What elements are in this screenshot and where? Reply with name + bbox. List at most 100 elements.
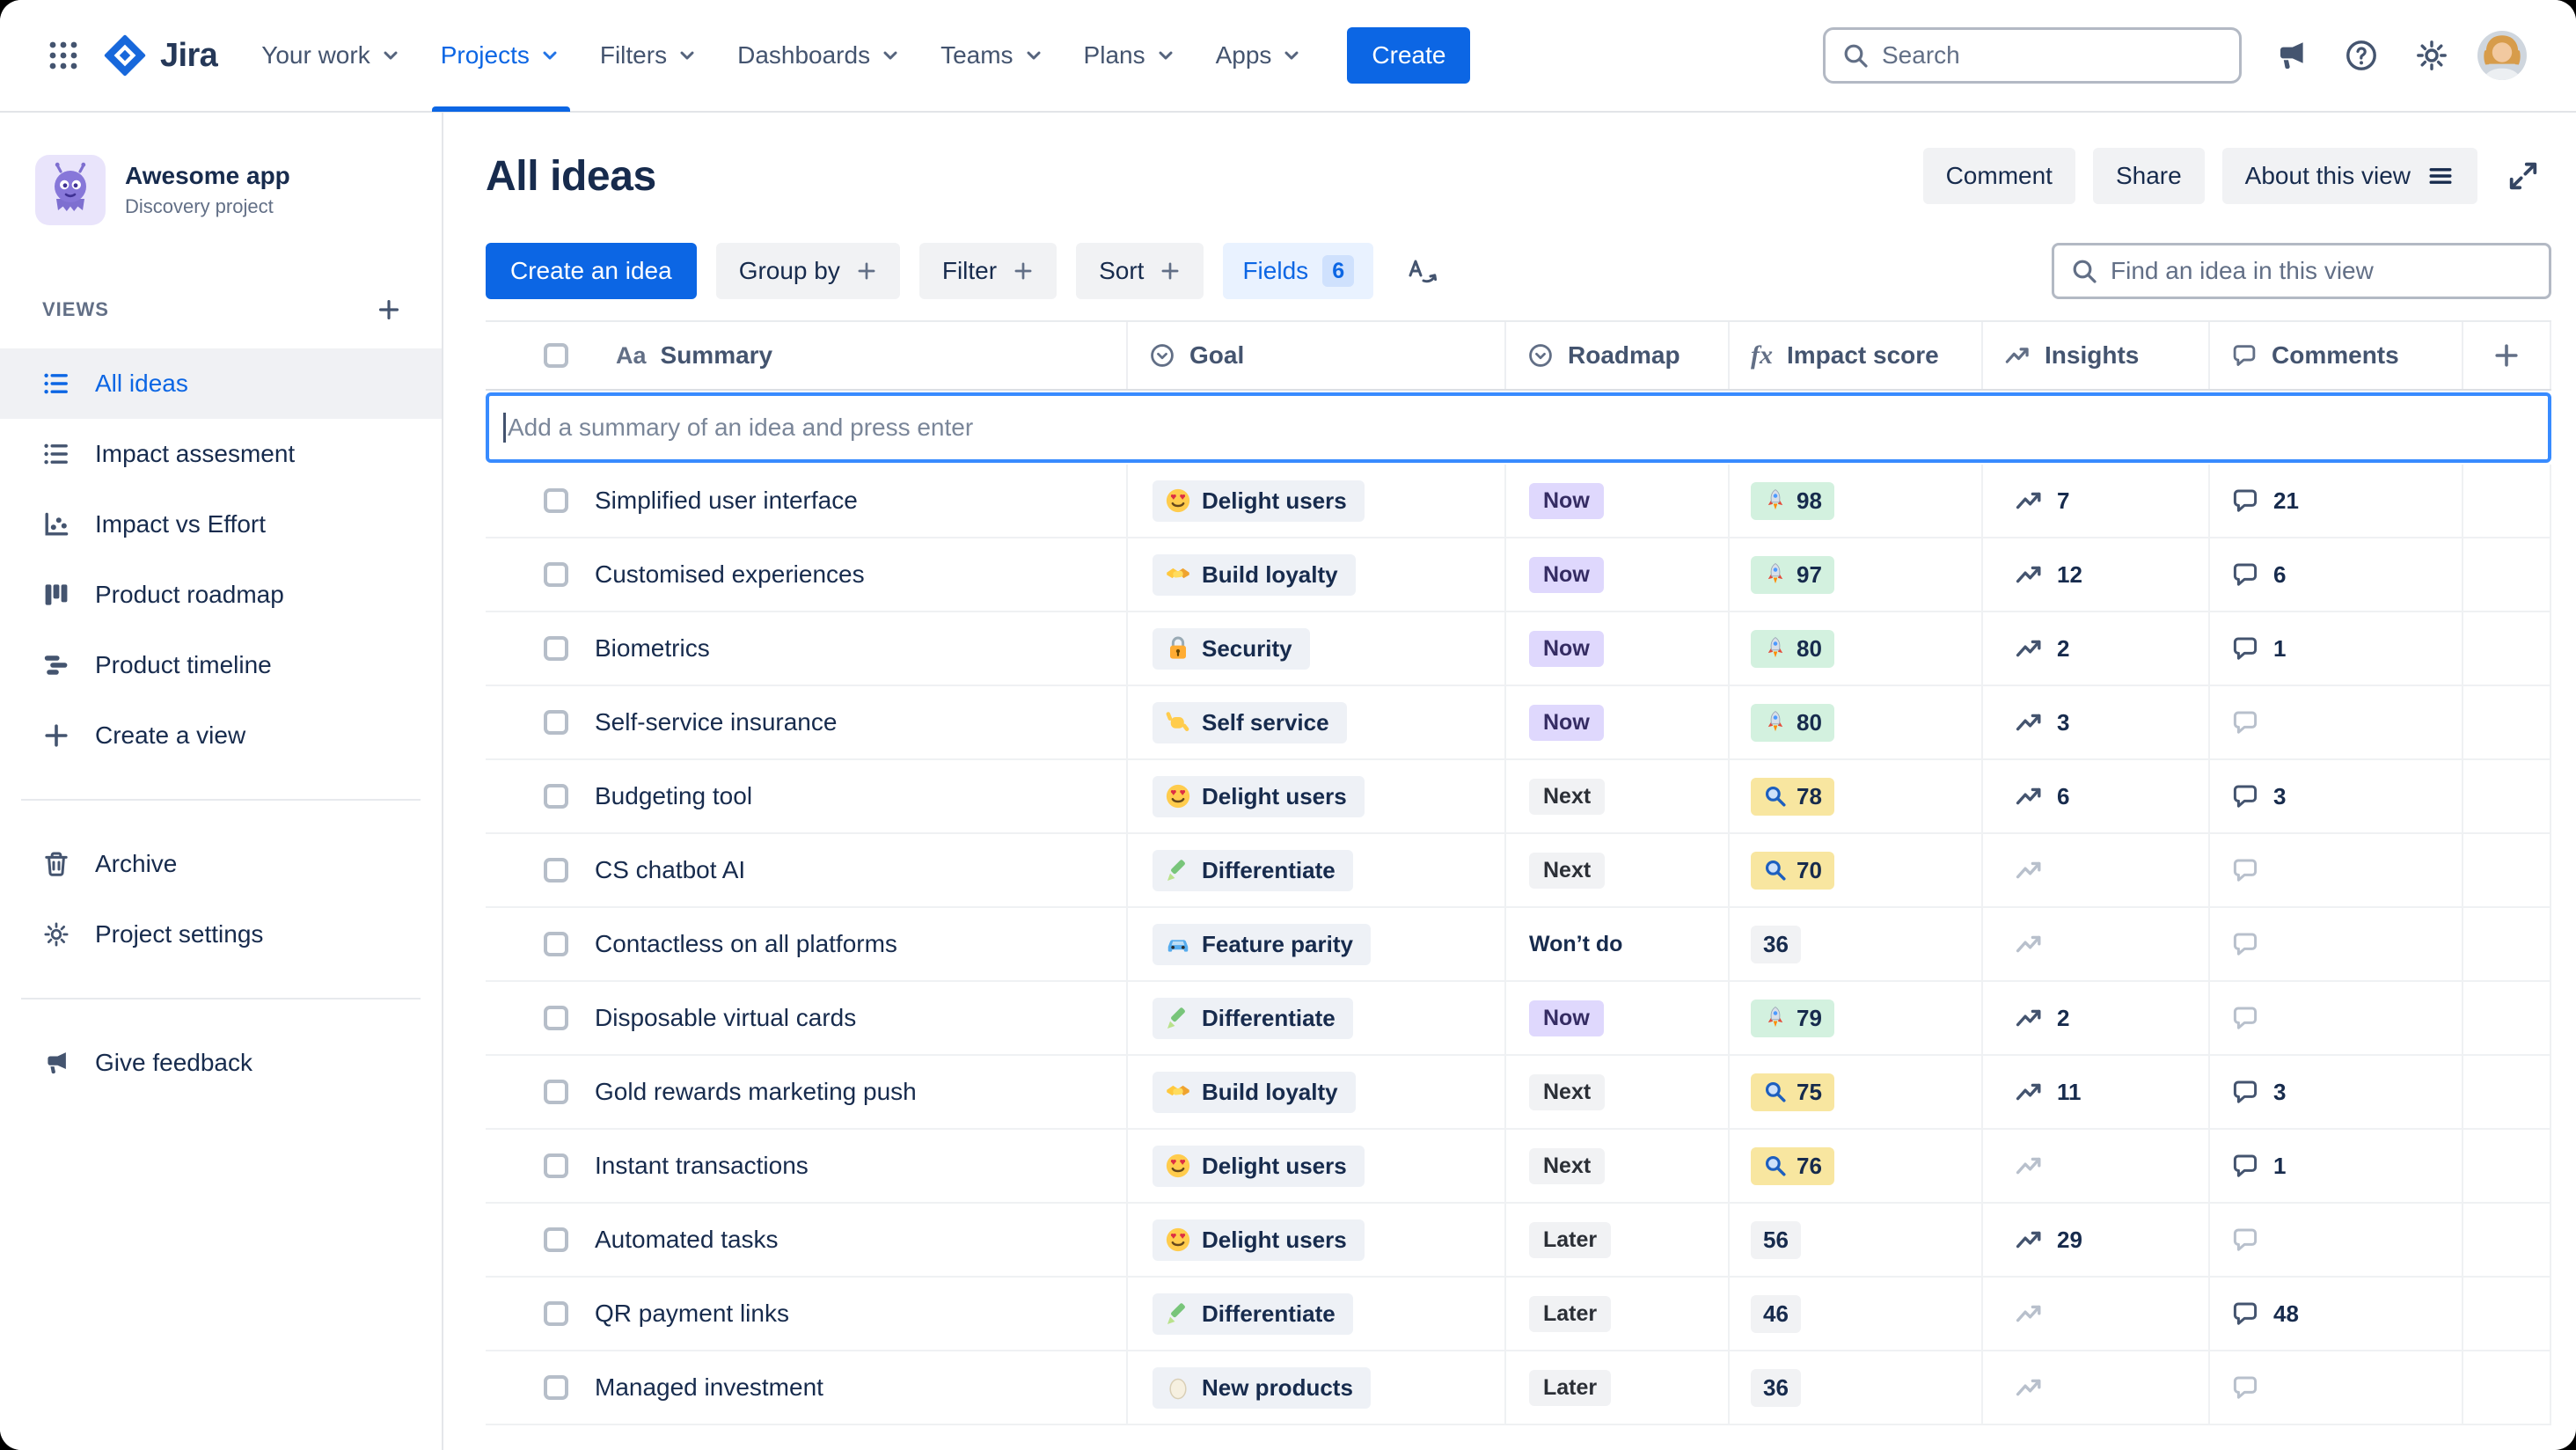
insights-cell[interactable]: 3 — [1983, 686, 2210, 758]
insights-cell[interactable]: 7 — [1983, 465, 2210, 537]
goal-chip[interactable]: Delight users — [1153, 775, 1365, 817]
nav-item-projects[interactable]: Projects — [421, 0, 581, 112]
roadmap-badge[interactable]: Later — [1529, 1221, 1612, 1258]
comments-cell[interactable] — [2210, 908, 2463, 980]
idea-summary[interactable]: Budgeting tool — [595, 760, 1128, 832]
roadmap-badge[interactable]: Now — [1529, 482, 1604, 519]
comments-cell[interactable]: 21 — [2210, 465, 2463, 537]
idea-summary[interactable]: Contactless on all platforms — [595, 908, 1128, 980]
column-header-roadmap[interactable]: Roadmap — [1506, 322, 1730, 389]
row-checkbox[interactable] — [544, 1006, 568, 1030]
roadmap-badge[interactable]: Next — [1529, 852, 1606, 889]
app-switcher-button[interactable] — [35, 27, 91, 84]
filter-button[interactable]: Filter — [918, 243, 1057, 299]
add-field-button[interactable] — [2463, 322, 2551, 389]
roadmap-badge[interactable]: Next — [1529, 778, 1606, 815]
goal-chip[interactable]: Differentiate — [1153, 849, 1353, 891]
idea-summary[interactable]: Biometrics — [595, 612, 1128, 685]
insights-cell[interactable]: 11 — [1983, 1056, 2210, 1128]
goal-chip[interactable]: Differentiate — [1153, 997, 1353, 1039]
table-row[interactable]: Contactless on all platforms Feature pari… — [486, 908, 2551, 982]
global-search-input[interactable] — [1882, 41, 2223, 70]
comments-cell[interactable]: 48 — [2210, 1278, 2463, 1350]
comments-cell[interactable] — [2210, 834, 2463, 906]
table-row[interactable]: Gold rewards marketing push Build loyalty… — [486, 1056, 2551, 1130]
row-checkbox[interactable] — [544, 1227, 568, 1252]
table-row[interactable]: CS chatbot AI Differentiate Next 70 — [486, 834, 2551, 908]
row-checkbox[interactable] — [544, 858, 568, 882]
nav-item-plans[interactable]: Plans — [1065, 0, 1197, 112]
nav-item-your-work[interactable]: Your work — [242, 0, 421, 112]
project-card[interactable]: Awesome app Discovery project — [0, 155, 442, 225]
sidebar-view-impact-assesment[interactable]: Impact assesment — [0, 419, 442, 489]
roadmap-badge[interactable]: Now — [1529, 556, 1604, 593]
idea-summary[interactable]: Gold rewards marketing push — [595, 1056, 1128, 1128]
column-header-summary[interactable]: Aa Summary — [595, 322, 1128, 389]
sort-button[interactable]: Sort — [1076, 243, 1204, 299]
goal-chip[interactable]: Delight users — [1153, 1145, 1365, 1187]
goal-chip[interactable]: New products — [1153, 1366, 1371, 1409]
auto-rank-button[interactable] — [1393, 243, 1449, 299]
table-row[interactable]: Customised experiences Build loyalty Now 97… — [486, 538, 2551, 612]
roadmap-badge[interactable]: Now — [1529, 630, 1604, 667]
table-row[interactable]: Simplified user interface Delight users No… — [486, 465, 2551, 538]
share-button[interactable]: Share — [2092, 148, 2205, 204]
idea-summary[interactable]: Managed investment — [595, 1351, 1128, 1424]
row-checkbox[interactable] — [544, 1153, 568, 1178]
create-button[interactable]: Create — [1347, 27, 1471, 84]
sidebar-view-product-roadmap[interactable]: Product roadmap — [0, 560, 442, 630]
insights-cell[interactable] — [1983, 1351, 2210, 1424]
comments-cell[interactable]: 1 — [2210, 1130, 2463, 1202]
goal-chip[interactable]: Delight users — [1153, 1219, 1365, 1261]
create-idea-button[interactable]: Create an idea — [486, 243, 697, 299]
table-row[interactable]: Instant transactions Delight users Next 76 1 — [486, 1130, 2551, 1204]
add-idea-row[interactable] — [486, 392, 2551, 463]
table-row[interactable]: Self-service insurance Self service Now 80 3 — [486, 686, 2551, 760]
idea-summary[interactable]: Simplified user interface — [595, 465, 1128, 537]
goal-chip[interactable]: Feature parity — [1153, 923, 1371, 965]
roadmap-badge[interactable]: Won’t do — [1529, 926, 1622, 963]
comments-cell[interactable]: 3 — [2210, 1056, 2463, 1128]
sidebar-view-impact-vs-effort[interactable]: Impact vs Effort — [0, 489, 442, 560]
fields-button[interactable]: Fields 6 — [1223, 243, 1374, 299]
goal-chip[interactable]: Build loyalty — [1153, 553, 1356, 596]
table-row[interactable]: Managed investment New products Later 36 — [486, 1351, 2551, 1425]
sidebar-view-all-ideas[interactable]: All ideas — [0, 348, 442, 419]
column-header-goal[interactable]: Goal — [1128, 322, 1506, 389]
row-checkbox[interactable] — [544, 1375, 568, 1400]
global-search[interactable] — [1823, 27, 2242, 84]
goal-chip[interactable]: Differentiate — [1153, 1293, 1353, 1335]
row-checkbox[interactable] — [544, 1301, 568, 1326]
group-by-button[interactable]: Group by — [715, 243, 900, 299]
nav-item-apps[interactable]: Apps — [1197, 0, 1323, 112]
insights-cell[interactable]: 2 — [1983, 982, 2210, 1054]
comments-cell[interactable] — [2210, 982, 2463, 1054]
comments-cell[interactable]: 1 — [2210, 612, 2463, 685]
nav-item-dashboards[interactable]: Dashboards — [718, 0, 921, 112]
idea-summary[interactable]: CS chatbot AI — [595, 834, 1128, 906]
create-view-button[interactable]: Create a view — [0, 700, 442, 771]
row-checkbox[interactable] — [544, 1080, 568, 1104]
comments-cell[interactable]: 6 — [2210, 538, 2463, 611]
jira-logo[interactable]: Jira — [102, 33, 218, 78]
row-checkbox[interactable] — [544, 562, 568, 587]
insights-cell[interactable] — [1983, 834, 2210, 906]
settings-button[interactable] — [2404, 27, 2460, 84]
insights-cell[interactable]: 29 — [1983, 1204, 2210, 1276]
column-header-insights[interactable]: Insights — [1983, 322, 2210, 389]
roadmap-badge[interactable]: Now — [1529, 1000, 1604, 1036]
row-checkbox[interactable] — [544, 488, 568, 513]
find-idea-input[interactable] — [2111, 257, 2533, 285]
insights-cell[interactable] — [1983, 1278, 2210, 1350]
row-checkbox[interactable] — [544, 636, 568, 661]
nav-item-teams[interactable]: Teams — [921, 0, 1064, 112]
goal-chip[interactable]: Self service — [1153, 701, 1347, 743]
help-button[interactable] — [2333, 27, 2389, 84]
project-settings-button[interactable]: Project settings — [0, 899, 442, 970]
add-view-button[interactable] — [368, 289, 410, 331]
table-row[interactable]: Budgeting tool Delight users Next 78 6 3 — [486, 760, 2551, 834]
insights-cell[interactable]: 2 — [1983, 612, 2210, 685]
goal-chip[interactable]: Delight users — [1153, 480, 1365, 522]
idea-summary[interactable]: Instant transactions — [595, 1130, 1128, 1202]
archive-button[interactable]: Archive — [0, 829, 442, 899]
